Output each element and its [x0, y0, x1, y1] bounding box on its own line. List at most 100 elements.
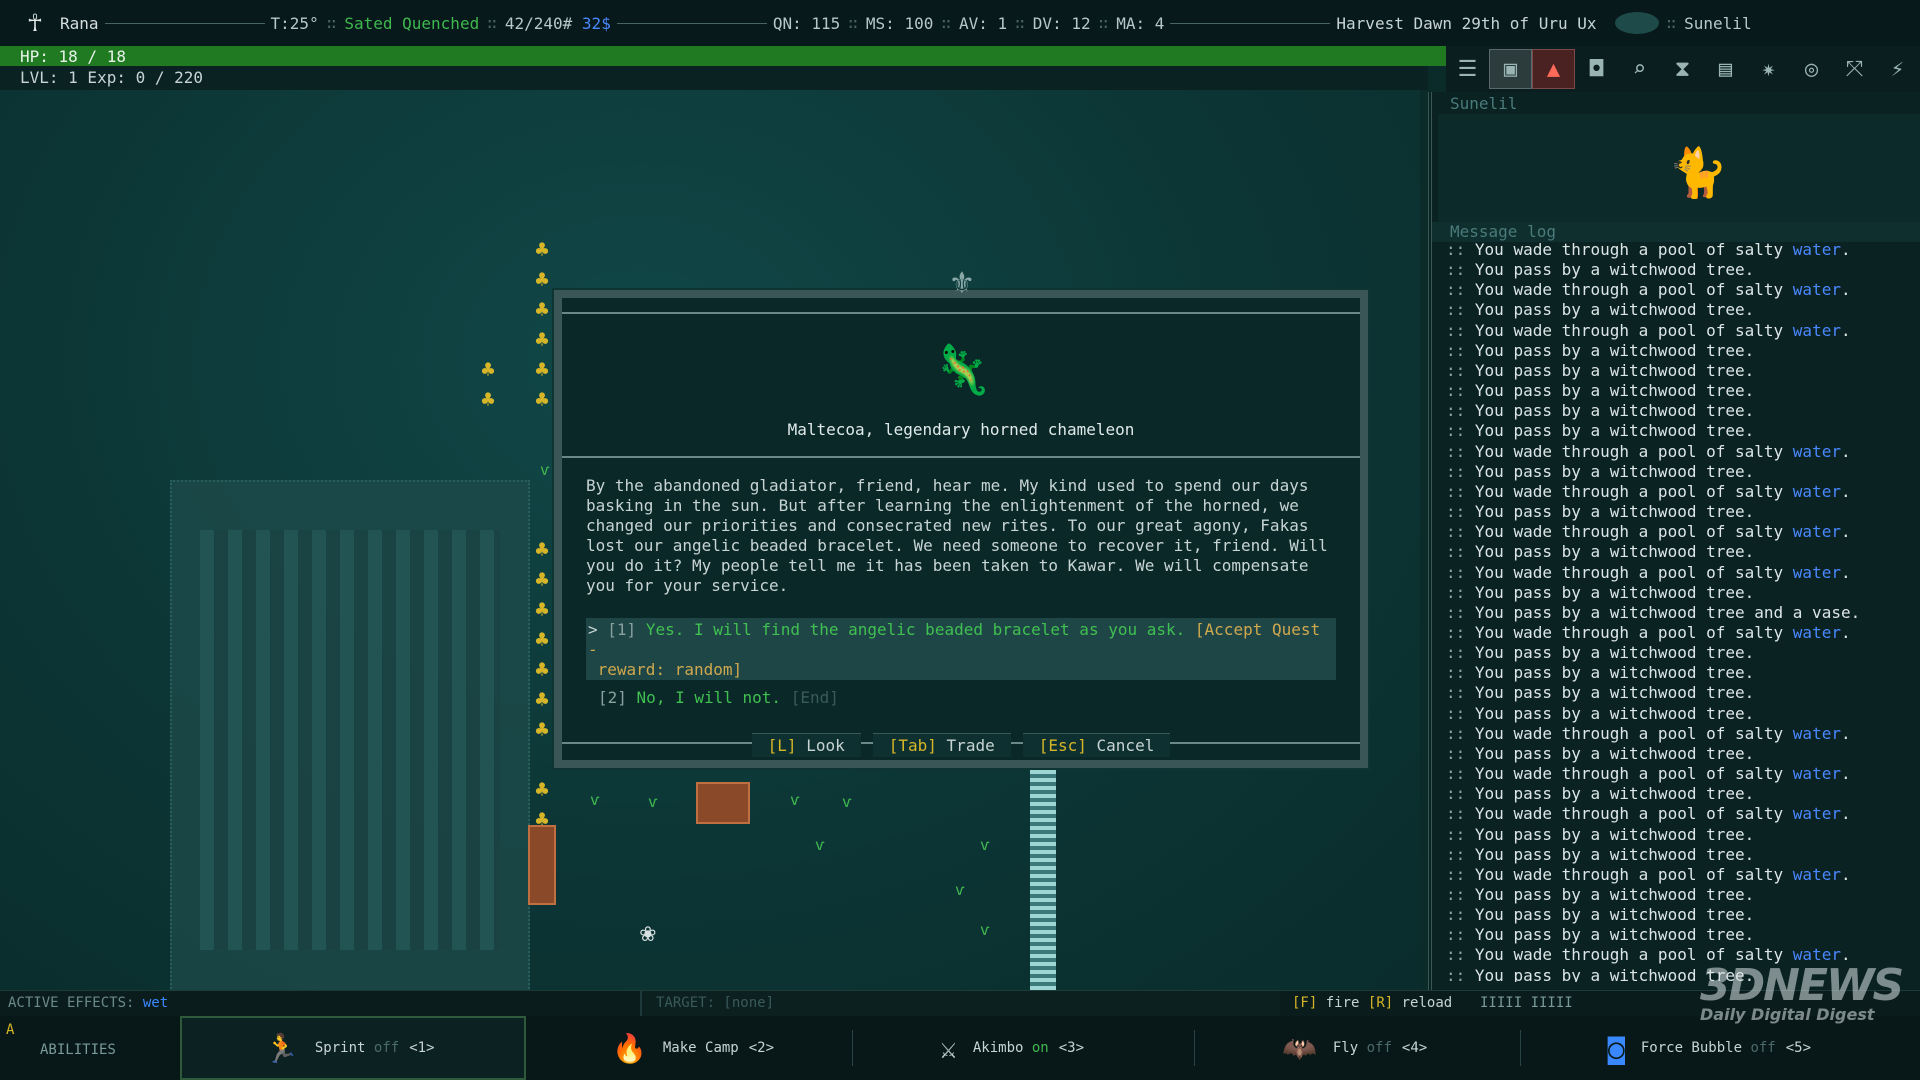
- log-message: :: You wade through a pool of salty wate…: [1446, 321, 1916, 341]
- location-name: Sunelil: [1684, 13, 1752, 33]
- ability-sprint[interactable]: 🏃 Sprint off <1>: [180, 1016, 526, 1080]
- ability-name: Force Bubble: [1640, 1040, 1743, 1056]
- ability-make-camp[interactable]: 🔥 Make Camp <2>: [612, 1016, 774, 1080]
- log-message: :: You wade through a pool of salty wate…: [1446, 240, 1916, 260]
- cancel-key: [Esc]: [1038, 736, 1087, 755]
- log-message: :: You pass by a witchwood tree.: [1446, 885, 1916, 905]
- grass: ѵ: [790, 790, 800, 809]
- option-text: Yes. I will find the angelic beaded brac…: [645, 620, 1186, 639]
- settings-icon[interactable]: ⚡: [1876, 49, 1919, 89]
- quests-icon[interactable]: ◎: [1790, 49, 1833, 89]
- sprint-icon: 🏃: [264, 1031, 299, 1065]
- ability-force-bubble[interactable]: ◙ Force Bubble off <5>: [1608, 1016, 1811, 1080]
- ability-fly[interactable]: 🦇 Fly off <4>: [1282, 1016, 1427, 1080]
- log-text: You wade through a pool of salty: [1474, 562, 1784, 582]
- witchwood-tree: ♣: [535, 598, 549, 623]
- witchwood-tree: ♣: [481, 388, 495, 413]
- log-message: :: You wade through a pool of salty wate…: [1446, 623, 1916, 643]
- ability-akimbo[interactable]: ⚔ Akimbo on <3>: [940, 1016, 1084, 1080]
- chest[interactable]: [696, 782, 750, 824]
- log-prefix: ::: [1446, 864, 1475, 884]
- message-log[interactable]: :: You wade through a pool of salty wate…: [1446, 240, 1916, 982]
- ammo-display: IIIII IIIII: [1480, 995, 1573, 1011]
- hp-text: HP: 18 / 18: [20, 47, 126, 66]
- chameleon-portrait-icon: 🦎: [932, 342, 992, 398]
- abilities-icon[interactable]: ⤧: [1833, 49, 1876, 89]
- witchwood-tree: ♣: [535, 238, 549, 263]
- ability-state: off: [373, 1040, 400, 1056]
- log-prefix: ::: [1446, 562, 1475, 582]
- creature[interactable]: ❀: [640, 918, 656, 948]
- separator: ∷: [848, 13, 858, 33]
- abilities-label: ABILITIES: [40, 1042, 116, 1058]
- cancel-label: Cancel: [1096, 736, 1155, 755]
- journal-icon[interactable]: ▤: [1704, 49, 1747, 89]
- menu-icon[interactable]: ☰: [1446, 49, 1489, 89]
- log-text: You wade through a pool of salty: [1474, 320, 1784, 340]
- divider: [104, 22, 265, 24]
- ability-key: <2>: [748, 1040, 775, 1056]
- wooden-door[interactable]: [528, 825, 556, 905]
- look-button[interactable]: [L] Look: [751, 733, 861, 757]
- log-message: :: You pass by a witchwood tree.: [1446, 462, 1916, 482]
- dialog-option-accept[interactable]: > [1] Yes. I will find the angelic beade…: [586, 618, 1336, 680]
- character-icon[interactable]: ▲: [1532, 49, 1575, 89]
- fire-reload-controls: [F] fire [R] reload: [1292, 995, 1452, 1011]
- grass: ѵ: [648, 792, 658, 811]
- trade-button[interactable]: [Tab] Trade: [872, 733, 1011, 757]
- ability-name: Akimbo: [972, 1040, 1024, 1056]
- wait-icon[interactable]: ⧗: [1661, 49, 1704, 89]
- log-prefix: ::: [1446, 945, 1475, 965]
- log-text: You pass by a witchwood tree.: [1474, 885, 1755, 904]
- fire-key[interactable]: [F]: [1292, 995, 1317, 1011]
- abilities-tag: A: [6, 1022, 15, 1038]
- reload-key[interactable]: [R]: [1368, 995, 1393, 1011]
- grass: ѵ: [815, 835, 825, 854]
- reload-label[interactable]: reload: [1402, 995, 1453, 1011]
- inventory-icon[interactable]: ▣: [1489, 49, 1532, 89]
- map-icon[interactable]: ◘: [1575, 49, 1618, 89]
- log-prefix: ::: [1446, 240, 1475, 259]
- fire-label[interactable]: fire: [1326, 995, 1360, 1011]
- cancel-button[interactable]: [Esc] Cancel: [1022, 733, 1171, 757]
- log-prefix: ::: [1446, 421, 1475, 441]
- log-text: You wade through a pool of salty: [1474, 864, 1784, 884]
- grass: ѵ: [590, 790, 600, 809]
- log-highlight: water: [1792, 804, 1841, 824]
- log-prefix: ::: [1446, 965, 1475, 982]
- mental-armor: MA: 4: [1116, 13, 1165, 33]
- look-icon[interactable]: ⌕: [1618, 49, 1661, 89]
- log-text: You pass by a witchwood tree.: [1474, 925, 1755, 945]
- log-text: You pass by a witchwood tree.: [1474, 663, 1755, 683]
- log-prefix: ::: [1446, 260, 1475, 280]
- skills-icon[interactable]: ✷: [1747, 49, 1790, 89]
- log-message: :: You pass by a witchwood tree.: [1446, 401, 1916, 421]
- log-text: You pass by a witchwood tree.: [1474, 643, 1755, 663]
- log-message: :: You pass by a witchwood tree.: [1446, 300, 1916, 320]
- log-prefix: ::: [1446, 602, 1475, 622]
- akimbo-icon: ⚔: [940, 1031, 957, 1065]
- trade-label: Trade: [946, 736, 995, 755]
- log-message: :: You pass by a witchwood tree.: [1446, 704, 1916, 724]
- log-end: .: [1840, 240, 1851, 259]
- log-message: :: You pass by a witchwood tree.: [1446, 683, 1916, 703]
- log-text: You pass by a witchwood tree.: [1474, 784, 1755, 804]
- minimap[interactable]: 🐈: [1438, 114, 1920, 224]
- player-avatar-icon[interactable]: ☥: [18, 6, 52, 40]
- ability-key: <4>: [1401, 1040, 1428, 1056]
- crest-ornament-icon: ⚜: [951, 262, 973, 302]
- log-highlight: water: [1792, 764, 1841, 784]
- force-bubble-icon: ◙: [1608, 1031, 1625, 1065]
- ability-name: Fly: [1332, 1040, 1359, 1056]
- log-text: You wade through a pool of salty: [1474, 240, 1784, 259]
- witchwood-tree: ♣: [535, 358, 549, 383]
- cat-sprite-icon: 🐈: [1668, 145, 1728, 201]
- log-message: :: You wade through a pool of salty wate…: [1446, 482, 1916, 502]
- log-text: You pass by a witchwood tree.: [1474, 401, 1755, 421]
- log-highlight: water: [1792, 562, 1841, 582]
- log-highlight: water: [1792, 441, 1841, 461]
- hunger-status: Sated Quenched: [344, 13, 480, 33]
- log-text: You wade through a pool of salty: [1474, 804, 1784, 824]
- dialog-option-decline[interactable]: [2] No, I will not. [End]: [598, 688, 839, 707]
- wings-icon: 🦇: [1282, 1031, 1317, 1065]
